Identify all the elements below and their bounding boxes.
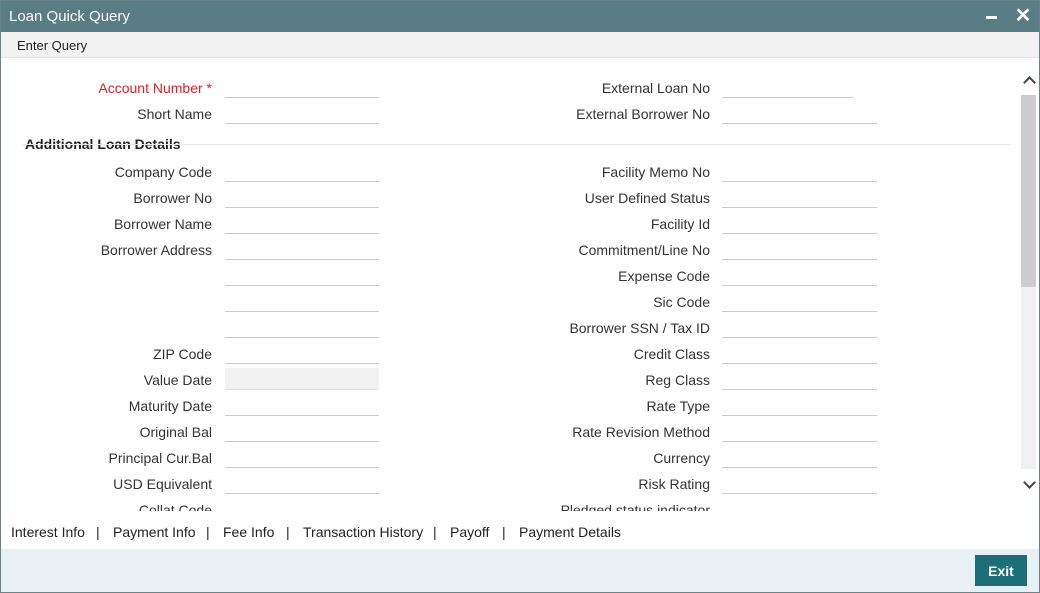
tab-interest-info[interactable]: Interest Info [11, 524, 85, 540]
title-bar: Loan Quick Query ✕ [1, 1, 1039, 32]
loan-quick-query-window: Loan Quick Query ✕ Enter Query Account N… [0, 0, 1040, 593]
external-loan-no-input[interactable] [722, 76, 853, 98]
risk-rating-label: Risk Rating [638, 476, 710, 492]
value-date-input [225, 368, 379, 390]
sic-code-label: Sic Code [653, 294, 710, 310]
borrower-name-label: Borrower Name [113, 216, 212, 232]
form-content: Account Number * Short Name External Loa… [1, 59, 1019, 511]
external-borrower-no-input[interactable] [722, 102, 877, 124]
tab-transaction-history[interactable]: Transaction History [303, 524, 423, 540]
commitment-line-no-input[interactable] [722, 238, 877, 260]
pledged-status-indicator-label: Pledged status indicator [560, 502, 710, 511]
chevron-up-icon[interactable] [1022, 73, 1036, 87]
menu-bar: Enter Query [1, 32, 1039, 58]
vertical-scrollbar[interactable] [1019, 59, 1039, 511]
company-code-input[interactable] [225, 160, 379, 182]
currency-label: Currency [653, 450, 710, 466]
tab-separator: | [433, 524, 437, 540]
usd-equivalent-input[interactable] [225, 472, 379, 494]
facility-memo-no-label: Facility Memo No [601, 164, 710, 180]
account-number-label: Account Number * [98, 80, 212, 96]
borrower-address-line1-input[interactable] [225, 238, 379, 260]
tab-separator: | [502, 524, 506, 540]
borrower-no-label: Borrower No [133, 190, 212, 206]
facility-id-input[interactable] [722, 212, 877, 234]
tab-payoff[interactable]: Payoff [450, 524, 489, 540]
tabs-bar: Interest Info | Payment Info | Fee Info … [1, 515, 1039, 549]
value-date-label: Value Date [143, 372, 212, 388]
rate-type-label: Rate Type [646, 398, 710, 414]
commitment-line-no-label: Commitment/Line No [578, 242, 711, 258]
principal-cur-bal-input[interactable] [225, 446, 379, 468]
borrower-address-label: Borrower Address [100, 242, 212, 258]
chevron-down-icon[interactable] [1022, 477, 1036, 491]
tab-payment-details[interactable]: Payment Details [519, 524, 621, 540]
maturity-date-label: Maturity Date [128, 398, 212, 414]
window-title: Loan Quick Query [9, 8, 130, 25]
tab-separator: | [96, 524, 100, 540]
borrower-ssn-tax-id-input[interactable] [722, 316, 877, 338]
rate-revision-method-label: Rate Revision Method [572, 424, 710, 440]
zip-code-input[interactable] [225, 342, 379, 364]
user-defined-status-input[interactable] [722, 186, 877, 208]
maturity-date-input[interactable] [225, 394, 379, 416]
facility-id-label: Facility Id [650, 216, 710, 232]
currency-input[interactable] [722, 446, 877, 468]
reg-class-input[interactable] [722, 368, 877, 390]
original-bal-input[interactable] [225, 420, 379, 442]
tab-separator: | [206, 524, 210, 540]
borrower-name-input[interactable] [225, 212, 379, 234]
risk-rating-input[interactable] [722, 472, 877, 494]
borrower-no-input[interactable] [225, 186, 379, 208]
principal-cur-bal-label: Principal Cur.Bal [108, 450, 213, 466]
facility-memo-no-input[interactable] [722, 160, 877, 182]
user-defined-status-label: User Defined Status [584, 190, 710, 206]
expense-code-input[interactable] [722, 264, 877, 286]
sic-code-input[interactable] [722, 290, 877, 312]
tab-separator: | [286, 524, 290, 540]
company-code-label: Company Code [114, 164, 212, 180]
enter-query-menu-item[interactable]: Enter Query [17, 38, 87, 53]
borrower-address-line2-input[interactable] [225, 264, 379, 286]
short-name-input[interactable] [225, 102, 379, 124]
short-name-label: Short Name [137, 106, 212, 122]
external-borrower-no-label: External Borrower No [576, 106, 710, 122]
minimize-icon[interactable] [983, 7, 1001, 25]
credit-class-label: Credit Class [633, 346, 710, 362]
section-divider [23, 144, 1011, 145]
usd-equivalent-label: USD Equivalent [113, 476, 212, 492]
credit-class-input[interactable] [722, 342, 877, 364]
close-icon[interactable]: ✕ [1013, 5, 1033, 27]
expense-code-label: Expense Code [618, 268, 710, 284]
external-loan-no-label: External Loan No [601, 80, 710, 96]
rate-type-input[interactable] [722, 394, 877, 416]
tab-payment-info[interactable]: Payment Info [113, 524, 196, 540]
tab-fee-info[interactable]: Fee Info [223, 524, 274, 540]
footer-bar: Exit [1, 549, 1039, 592]
original-bal-label: Original Bal [139, 424, 212, 440]
scroll-thumb[interactable] [1021, 95, 1036, 287]
rate-revision-method-input[interactable] [722, 420, 877, 442]
account-number-input[interactable] [225, 76, 379, 98]
collat-code-label: Collat Code [138, 502, 212, 511]
borrower-ssn-tax-id-label: Borrower SSN / Tax ID [569, 320, 710, 336]
borrower-address-line3-input[interactable] [225, 290, 379, 312]
borrower-address-line4-input[interactable] [225, 316, 379, 338]
exit-button[interactable]: Exit [975, 555, 1027, 586]
reg-class-label: Reg Class [645, 372, 710, 388]
zip-code-label: ZIP Code [153, 346, 212, 362]
